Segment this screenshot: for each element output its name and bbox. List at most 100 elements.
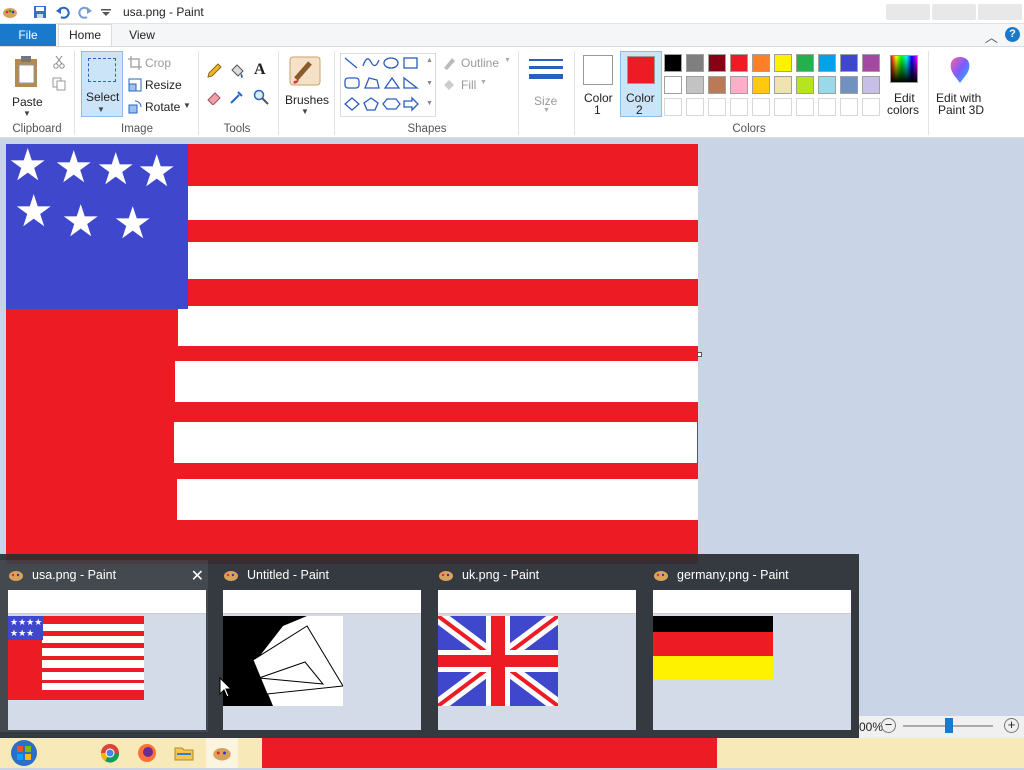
shapes-scroll-down-icon[interactable]: ▼ [426, 80, 433, 87]
maximize-button[interactable] [932, 4, 976, 20]
brushes-dropdown-icon: ▼ [301, 107, 309, 116]
palette-custom-slot[interactable] [730, 98, 748, 116]
undo-icon[interactable] [55, 4, 71, 20]
edit-with-paint3d-button[interactable]: Edit with Paint 3D [932, 51, 988, 117]
chrome-icon[interactable] [100, 743, 120, 763]
star-icon: ★ [113, 199, 153, 248]
start-button[interactable] [6, 739, 46, 768]
shapes-more-icon[interactable]: ▼ [426, 100, 433, 107]
palette-swatch[interactable] [796, 76, 814, 94]
palette-swatch[interactable] [862, 54, 880, 72]
palette-swatch[interactable] [774, 54, 792, 72]
help-icon[interactable]: ? [1005, 27, 1020, 42]
zoom-in-icon[interactable]: + [1004, 718, 1019, 733]
color2-button[interactable]: Color 2 [620, 51, 662, 117]
collapse-ribbon-icon[interactable]: ︿ [985, 27, 998, 46]
palette-custom-slot[interactable] [664, 98, 682, 116]
copy-icon[interactable] [52, 77, 66, 91]
fill-button[interactable]: Fill ▼ [442, 77, 502, 93]
shapes-scroll-up-icon[interactable]: ▲ [426, 57, 433, 64]
minimize-button[interactable] [886, 4, 930, 20]
crop-button[interactable]: Crop [128, 55, 198, 71]
pencil-icon[interactable] [206, 63, 222, 79]
thumbnail-uk[interactable]: uk.png - Paint [430, 560, 638, 732]
palette-swatch[interactable] [664, 76, 682, 94]
thumbnail-germany[interactable]: germany.png - Paint [645, 560, 853, 732]
shapes-gallery[interactable] [340, 53, 436, 117]
palette-swatch[interactable] [686, 54, 704, 72]
thumbnail-untitled[interactable]: Untitled - Paint [215, 560, 423, 732]
canvas-resize-handle[interactable] [697, 352, 702, 357]
separator [334, 51, 335, 135]
brush-icon [289, 56, 321, 86]
eraser-icon[interactable] [206, 89, 222, 105]
close-button[interactable] [978, 4, 1022, 20]
fill-bucket-icon[interactable] [229, 63, 245, 79]
thumbnail-usa[interactable]: usa.png - Paint ✕ ★★★★ ★★★ [0, 560, 208, 732]
select-label: Select [86, 90, 120, 104]
palette-swatch[interactable] [840, 76, 858, 94]
palette-custom-slot[interactable] [686, 98, 704, 116]
separator [574, 51, 575, 135]
palette-swatch[interactable] [686, 76, 704, 94]
usa-flag-preview: ★★★★★★★ [8, 616, 144, 700]
size-button[interactable]: Size ▼ [524, 51, 568, 117]
palette-custom-slot[interactable] [796, 98, 814, 116]
separator [198, 51, 199, 135]
palette-swatch[interactable] [708, 54, 726, 72]
resize-button[interactable]: Resize [128, 77, 198, 93]
customize-quick-access-icon[interactable] [98, 4, 114, 20]
palette-swatch[interactable] [818, 54, 836, 72]
palette-custom-slot[interactable] [774, 98, 792, 116]
palette-custom-slot[interactable] [862, 98, 880, 116]
drawing-canvas[interactable]: ★ ★ ★ ★ ★ ★ ★ [6, 144, 698, 564]
zoom-slider-thumb[interactable] [945, 718, 953, 733]
magnifier-icon[interactable] [253, 89, 269, 105]
color1-button[interactable]: Color 1 [578, 51, 618, 117]
redo-icon[interactable] [77, 4, 93, 20]
palette-swatch[interactable] [818, 76, 836, 94]
outline-button[interactable]: Outline ▼ [442, 55, 514, 71]
outline-icon [444, 58, 455, 70]
palette-swatch[interactable] [840, 54, 858, 72]
tab-home[interactable]: Home [58, 24, 112, 46]
brushes-label: Brushes [285, 93, 330, 107]
size-icon [529, 59, 563, 79]
paint-app-icon [224, 571, 238, 581]
text-tool-icon[interactable]: A [254, 61, 266, 79]
tab-file[interactable]: File [0, 24, 56, 46]
flag-white-stripe [178, 306, 698, 346]
palette-custom-slot[interactable] [818, 98, 836, 116]
select-button[interactable]: Select ▼ [81, 51, 123, 117]
preview-ribbon [223, 590, 421, 614]
palette-custom-slot[interactable] [752, 98, 770, 116]
palette-custom-slot[interactable] [708, 98, 726, 116]
palette-swatch[interactable] [862, 76, 880, 94]
tab-view[interactable]: View [118, 24, 166, 46]
svg-text:★★★★: ★★★★ [10, 618, 42, 628]
paint-taskbar-button[interactable] [206, 738, 238, 768]
firefox-icon[interactable] [137, 743, 157, 763]
palette-swatch[interactable] [730, 54, 748, 72]
rotate-button[interactable]: Rotate ▼ [128, 99, 198, 115]
palette-swatch[interactable] [708, 76, 726, 94]
close-icon[interactable]: ✕ [191, 566, 204, 586]
file-explorer-icon[interactable] [174, 743, 194, 763]
palette-swatch[interactable] [774, 76, 792, 94]
palette-swatch[interactable] [752, 76, 770, 94]
palette-swatch[interactable] [730, 76, 748, 94]
untitled-drawing-preview [223, 616, 343, 706]
select-icon [88, 58, 116, 82]
save-icon[interactable] [32, 4, 48, 20]
paste-button[interactable]: Paste ▼ [6, 51, 50, 121]
palette-swatch[interactable] [664, 54, 682, 72]
zoom-out-icon[interactable]: − [881, 718, 896, 733]
brushes-button[interactable]: Brushes ▼ [282, 51, 330, 117]
palette-swatch[interactable] [752, 54, 770, 72]
palette-custom-slot[interactable] [840, 98, 858, 116]
edit-colors-button[interactable]: Edit colors [884, 51, 924, 117]
color-picker-icon[interactable] [229, 89, 245, 105]
cut-icon[interactable] [52, 55, 66, 69]
palette-swatch[interactable] [796, 54, 814, 72]
taskbar [0, 738, 1024, 768]
